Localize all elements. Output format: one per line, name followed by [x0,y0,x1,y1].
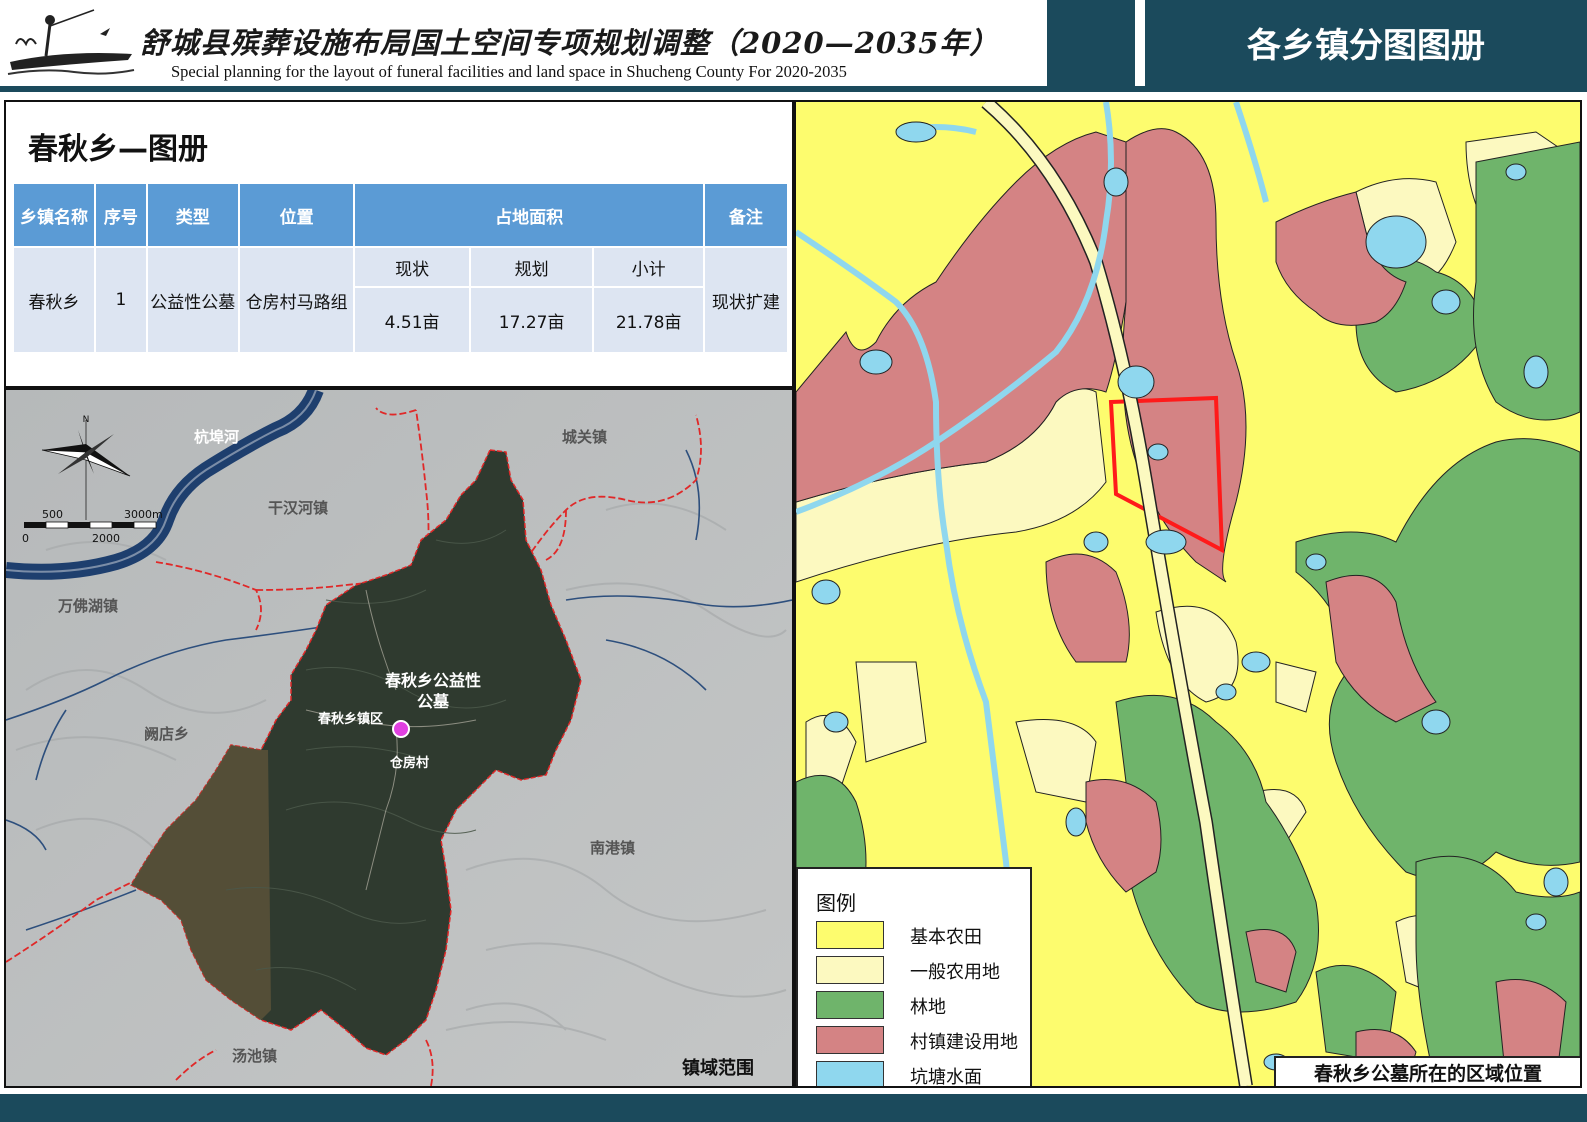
legend-item-construction-land: 村镇建设用地 [816,1026,1026,1054]
scale-label-3000m: 3000m [124,508,163,521]
cemetery-label: 春秋乡公益性公墓 [384,671,481,711]
atlas-title: 各乡镇分图图册 [1247,26,1485,66]
cemetery-info-table: 乡镇名称 序号 类型 位置 占地面积 备注 春秋乡 1 公益性公墓 仓房村马路组… [12,182,789,354]
legend-label: 村镇建设用地 [910,1032,1018,1053]
header-note: 备注 [704,184,787,246]
legend-label: 林地 [910,997,946,1018]
town-label-wanfohu: 万佛湖镇 [58,597,119,615]
cell-seq: 1 [96,248,146,352]
overview-map-graphic: N 500 3000m 0 2000 [6,390,792,1086]
legend-item-general-farmland: 一般农用地 [816,956,1026,984]
header-bar: 舒城县殡葬设施布局国土空间专项规划调整（2020—2035年） Special … [0,0,1587,92]
legend-swatch [816,956,884,984]
detail-map-caption: 春秋乡公墓所在的区域位置 [1274,1056,1580,1086]
legend-item-pond-water: 坑塘水面 [816,1061,1026,1088]
cemetery-marker [392,720,410,738]
town-label-nangang: 南港镇 [590,839,636,857]
subheader-current: 现状 [355,248,469,286]
scale-label-0: 0 [22,532,29,545]
header-seq: 序号 [96,184,146,246]
town-label-ganwanhe: 干汉河镇 [268,499,329,517]
table-row: 春秋乡 1 公益性公墓 仓房村马路组 现状 规划 小计 现状扩建 [14,248,787,352]
scale-label-500: 500 [42,508,63,521]
header-spacer [1047,0,1145,86]
document-title: 舒城县殡葬设施布局国土空间专项规划调整（2020—2035年） [140,26,1000,60]
legend-label: 坑塘水面 [910,1067,982,1088]
panel-title: 春秋乡—图册 [28,132,208,167]
map-legend: 图例 基本农田 一般农用地 林地 村镇建设用地 坑塘水面 [796,867,1032,1088]
river-label: 杭埠河 [194,428,240,446]
scale-label-2000: 2000 [92,532,120,545]
title-underline-band [0,86,1047,92]
legend-swatch [816,1026,884,1054]
footer-bar [0,1094,1587,1122]
town-label-quedian: 阙店乡 [144,725,190,743]
title-panel: 舒城县殡葬设施布局国土空间专项规划调整（2020—2035年） Special … [0,0,1047,86]
subheader-subtotal: 小计 [594,248,703,286]
header-location: 位置 [239,184,354,246]
overview-map: N 500 3000m 0 2000 杭埠河 城关镇 干汉河镇 万佛湖镇 阙店乡… [4,388,794,1088]
village-label: 仓房村 [390,756,430,771]
north-label: N [83,415,90,425]
cell-current-area: 4.51亩 [355,288,469,352]
document-subtitle: Special planning for the layout of funer… [171,62,847,81]
cell-town: 春秋乡 [14,248,95,352]
detail-land-use-map: 图例 基本农田 一般农用地 林地 村镇建设用地 坑塘水面 春秋乡公墓所在的区域位… [794,100,1582,1088]
legend-item-basic-farmland: 基本农田 [816,921,1026,949]
legend-swatch [816,991,884,1019]
header-type: 类型 [147,184,238,246]
overview-map-caption: 镇域范围 [682,1058,754,1079]
fishing-boat-logo [7,9,135,75]
cell-subtotal-area: 21.78亩 [594,288,703,352]
info-panel: 春秋乡—图册 乡镇名称 序号 类型 位置 占地面积 备注 春秋乡 1 公益性公墓… [4,100,794,388]
legend-title: 图例 [816,891,856,915]
cell-note: 现状扩建 [704,248,787,352]
subheader-planned: 规划 [470,248,593,286]
cell-location: 仓房村马路组 [239,248,354,352]
cell-type: 公益性公墓 [147,248,238,352]
cell-planned-area: 17.27亩 [470,288,593,352]
town-label-chengguan: 城关镇 [562,428,608,446]
legend-swatch [816,921,884,949]
town-label-tangchi: 汤池镇 [232,1047,278,1065]
legend-label: 基本农田 [910,927,982,948]
header-town: 乡镇名称 [14,184,95,246]
legend-item-forest: 林地 [816,991,1026,1019]
header-area: 占地面积 [355,184,703,246]
town-center-label: 春秋乡镇区 [318,712,384,727]
legend-label: 一般农用地 [910,962,1000,983]
legend-swatch [816,1061,884,1086]
header-divider [1135,0,1145,86]
table-header-row: 乡镇名称 序号 类型 位置 占地面积 备注 [14,184,787,246]
